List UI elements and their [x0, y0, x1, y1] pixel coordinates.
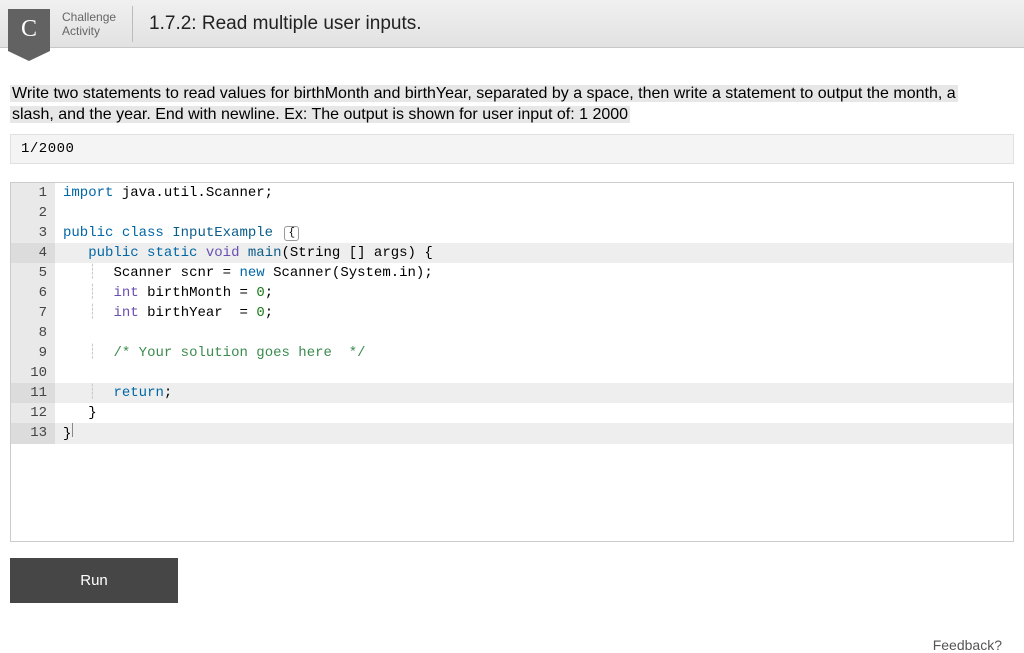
code-line[interactable]: ┊ int birthYear = 0; — [55, 303, 1013, 323]
code-line[interactable]: ┊ Scanner scnr = new Scanner(System.in); — [55, 263, 1013, 283]
code-line[interactable] — [55, 203, 1013, 223]
activity-title: 1.7.2: Read multiple user inputs. — [133, 13, 422, 35]
line-number: 8 — [11, 323, 55, 343]
line-number: 3 — [11, 223, 55, 243]
line-number: 7 — [11, 303, 55, 323]
line-number: 6 — [11, 283, 55, 303]
line-number: 9 — [11, 343, 55, 363]
code-line[interactable]: ┊ int birthMonth = 0; — [55, 283, 1013, 303]
code-line[interactable]: public class InputExample { — [55, 223, 1013, 243]
fold-icon[interactable]: { — [284, 226, 299, 241]
code-line[interactable] — [55, 323, 1013, 343]
code-line[interactable] — [55, 363, 1013, 383]
prompt-text: Write two statements to read values for … — [10, 84, 1014, 126]
feedback-link[interactable]: Feedback? — [0, 615, 1024, 653]
line-number: 4 — [11, 243, 55, 263]
code-line[interactable]: public static void main(String [] args) … — [55, 243, 1013, 263]
line-number: 2 — [11, 203, 55, 223]
code-editor[interactable]: 1import java.util.Scanner; 2 3public cla… — [10, 182, 1014, 542]
header-bar: C Challenge Activity 1.7.2: Read multipl… — [0, 0, 1024, 48]
line-number: 12 — [11, 403, 55, 423]
code-line[interactable]: ┊ /* Your solution goes here */ — [55, 343, 1013, 363]
line-number: 5 — [11, 263, 55, 283]
line-number: 11 — [11, 383, 55, 403]
code-line[interactable]: import java.util.Scanner; — [55, 183, 1013, 203]
header-label-line2: Activity — [62, 24, 116, 38]
header-label-line1: Challenge — [62, 10, 116, 24]
header-type-label: Challenge Activity — [50, 6, 133, 42]
line-number: 10 — [11, 363, 55, 383]
code-line[interactable]: ┊ return; — [55, 383, 1013, 403]
sample-output-box: 1/2000 — [10, 134, 1014, 164]
content-area: Write two statements to read values for … — [0, 48, 1024, 615]
run-button[interactable]: Run — [10, 558, 178, 603]
line-number: 1 — [11, 183, 55, 203]
challenge-badge-icon: C — [8, 9, 50, 51]
code-line[interactable]: } — [55, 423, 1013, 444]
line-number: 13 — [11, 423, 55, 444]
code-line[interactable]: } — [55, 403, 1013, 423]
